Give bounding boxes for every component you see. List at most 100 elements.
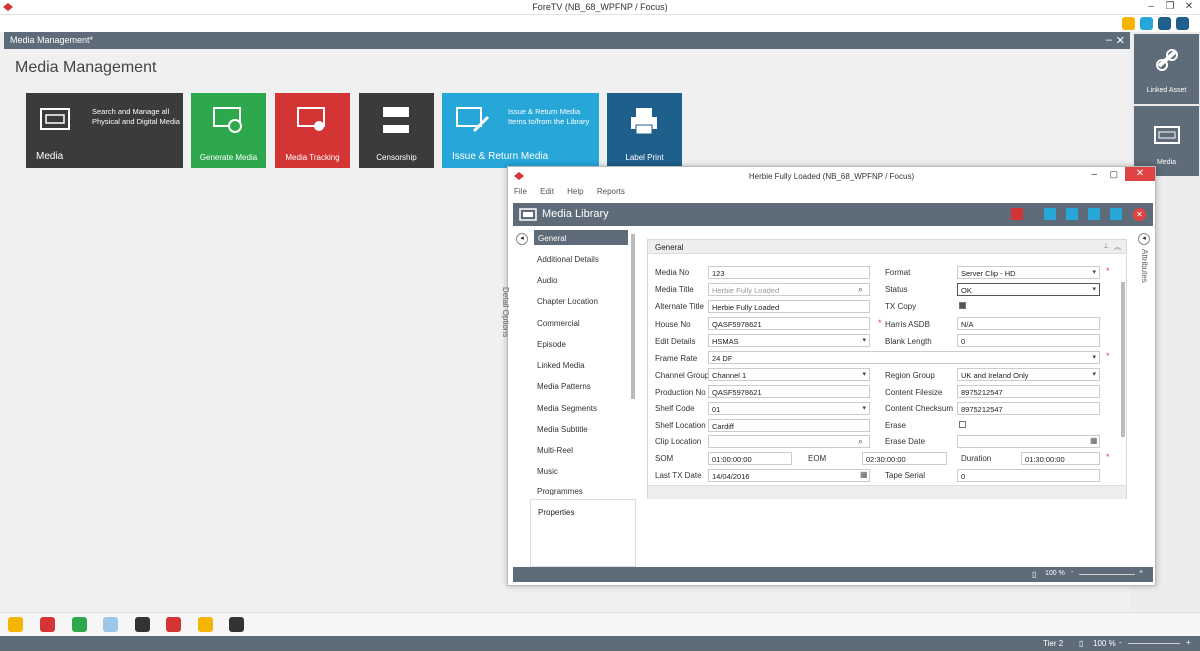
dialog-close-button[interactable]: ✕ [1125, 167, 1155, 181]
tile-generate-media[interactable]: Generate Media [191, 93, 266, 168]
tile-media-tracking[interactable]: Media Tracking [275, 93, 350, 168]
zoom-in-button[interactable]: + [1139, 569, 1143, 576]
section-title: General [655, 243, 684, 252]
chat-icon[interactable] [1140, 17, 1153, 30]
home-icon[interactable] [1122, 17, 1135, 30]
sidebar-item-media-subtitle[interactable]: Media Subtitle [537, 425, 588, 434]
frame-rate-select[interactable]: 24 DF [708, 351, 1100, 364]
calendar-icon[interactable]: ▦ [860, 470, 868, 479]
sidebar-item-chapter-location[interactable]: Chapter Location [537, 297, 598, 306]
collapse-icon[interactable]: ︽ [1114, 242, 1121, 252]
som-input[interactable]: 01:00:00:00 [708, 452, 792, 465]
format-select[interactable]: Server Clip - HD [957, 266, 1100, 279]
sidebar-item-linked-media[interactable]: Linked Media [537, 361, 585, 370]
edit-details-select[interactable]: HSMAS [708, 334, 870, 347]
shelf-code-select[interactable]: 01 [708, 402, 870, 415]
zoom-slider[interactable] [1079, 574, 1135, 575]
save-close-icon[interactable] [1110, 208, 1122, 220]
dialog-maximize-button[interactable]: ▢ [1109, 169, 1118, 180]
channel-group-label: Channel Group [655, 371, 710, 380]
tape-serial-input[interactable]: 0 [957, 469, 1100, 482]
eye-icon[interactable] [1158, 17, 1171, 30]
sidebar-item-general[interactable]: General [534, 230, 628, 245]
minimize-button[interactable]: – [1142, 0, 1160, 14]
media-no-input[interactable]: 123 [708, 266, 870, 279]
last-tx-date-input[interactable]: 14/04/2016 [708, 469, 870, 482]
zoom-slider[interactable] [1128, 643, 1180, 644]
window-close-button[interactable]: ✕ [1116, 34, 1125, 47]
blank-length-input[interactable]: 0 [957, 334, 1100, 347]
harris-asdb-label: Harris ASDB [885, 320, 930, 329]
status-select[interactable]: OK [957, 283, 1100, 296]
sidebar-item-episode[interactable]: Episode [537, 340, 566, 349]
save-icon[interactable] [1044, 208, 1056, 220]
shelf-location-input[interactable]: Cardiff [708, 419, 870, 432]
tape-icon[interactable] [229, 617, 244, 632]
detail-options-label: Detail Options [501, 287, 510, 338]
stack-icon[interactable] [72, 617, 87, 632]
sidebar-scrollbar[interactable] [631, 234, 635, 399]
calendar-icon[interactable] [166, 617, 181, 632]
sidebar-item-multi-reel[interactable]: Multi-Reel [537, 446, 573, 455]
sidebar-item-additional-details[interactable]: Additional Details [537, 255, 599, 264]
sidebar-item-programmes[interactable]: Programmes [537, 487, 583, 495]
content-filesize-input[interactable]: 8975212547 [957, 385, 1100, 398]
menu-edit[interactable]: Edit [540, 187, 554, 196]
delete-icon[interactable] [40, 617, 55, 632]
traffic-light-icon[interactable] [135, 617, 150, 632]
calendar-action-icon[interactable] [1011, 208, 1023, 220]
calendar-icon[interactable]: ▦ [1090, 436, 1098, 445]
tile-media[interactable]: Search and Manage all Physical and Digit… [26, 93, 183, 168]
save-new-icon[interactable] [1066, 208, 1078, 220]
collapse-right-button[interactable]: ◂ [1138, 233, 1150, 245]
region-group-select[interactable]: UK and Ireland Only [957, 368, 1100, 381]
zoom-in-button[interactable]: + [1186, 638, 1191, 647]
house-no-input[interactable]: QASF5978621 [708, 317, 870, 330]
format-required: * [1106, 266, 1110, 276]
help-icon[interactable] [1176, 17, 1189, 30]
search-icon[interactable]: ⌕ [858, 436, 863, 447]
tile-issue-return[interactable]: Issue & Return Media Items to/from the L… [442, 93, 599, 168]
tape-icon [519, 208, 537, 221]
window-minimize-button[interactable]: – [1106, 34, 1112, 46]
menu-help[interactable]: Help [567, 187, 583, 196]
channel-group-select[interactable]: Channel 1 [708, 368, 870, 381]
erase-checkbox[interactable] [959, 421, 966, 428]
money-icon[interactable] [198, 617, 213, 632]
menu-reports[interactable]: Reports [597, 187, 625, 196]
cancel-icon[interactable]: ✕ [1133, 208, 1146, 221]
tape-icon [40, 108, 70, 130]
dialog-minimize-button[interactable]: – [1091, 169, 1097, 180]
menu-file[interactable]: File [514, 187, 527, 196]
sidebar-item-commercial[interactable]: Commercial [537, 319, 580, 328]
keys-icon[interactable] [8, 617, 23, 632]
zoom-out-button[interactable]: - [1071, 569, 1073, 576]
attributes-label: Attributes [1140, 249, 1149, 283]
media-title-input[interactable]: Herbie Fully Loaded [708, 283, 870, 296]
sidebar-item-music[interactable]: Music [537, 467, 558, 476]
form-scrollbar[interactable] [1121, 282, 1125, 437]
pin-icon[interactable]: ⊥ [1103, 242, 1109, 250]
erase-date-input[interactable] [957, 435, 1100, 448]
tx-copy-checkbox[interactable] [959, 302, 966, 309]
close-button[interactable]: ✕ [1180, 0, 1198, 14]
eom-input[interactable]: 02:30:00:00 [862, 452, 947, 465]
harris-asdb-input[interactable]: N/A [957, 317, 1100, 330]
linked-asset-tile[interactable]: Linked Asset [1134, 34, 1199, 104]
clip-location-input[interactable] [708, 435, 870, 448]
duration-input[interactable]: 01:30:00:00 [1021, 452, 1100, 465]
production-no-input[interactable]: QASF5978621 [708, 385, 870, 398]
content-checksum-input[interactable]: 8975212547 [957, 402, 1100, 415]
tile-label-print[interactable]: Label Print [607, 93, 682, 168]
copy-icon[interactable] [1088, 208, 1100, 220]
tile-censorship[interactable]: Censorship [359, 93, 434, 168]
maximize-button[interactable]: ❐ [1161, 0, 1179, 14]
search-icon[interactable]: ⌕ [858, 284, 863, 295]
alternate-title-input[interactable]: Herbie Fully Loaded [708, 300, 870, 313]
sidebar-item-media-patterns[interactable]: Media Patterns [537, 382, 591, 391]
zoom-out-button[interactable]: - [1119, 638, 1122, 647]
schedule-icon[interactable] [103, 617, 118, 632]
collapse-left-button[interactable]: ◂ [516, 233, 528, 245]
sidebar-item-media-segments[interactable]: Media Segments [537, 404, 597, 413]
sidebar-item-audio[interactable]: Audio [537, 276, 557, 285]
